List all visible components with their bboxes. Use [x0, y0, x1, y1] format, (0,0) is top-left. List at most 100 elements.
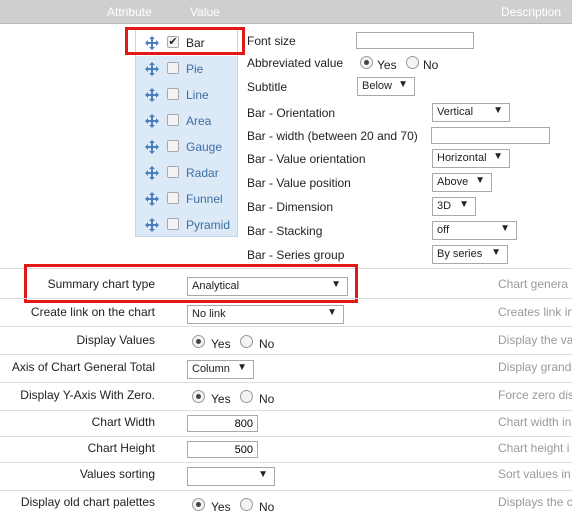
old-palettes-no-label: No: [259, 500, 275, 514]
pie-checkbox[interactable]: [167, 62, 179, 74]
bar-width-label: Bar - width (between 20 and 70): [247, 129, 418, 143]
values-sorting-select[interactable]: ▼: [187, 467, 275, 486]
move-icon[interactable]: [145, 192, 159, 206]
display-values-desc: Display the va: [498, 333, 572, 347]
axis-general-total-label: Axis of Chart General Total: [11, 360, 155, 374]
axis-general-total-select[interactable]: Column ▼: [187, 360, 254, 379]
funnel-checkbox[interactable]: [167, 192, 179, 204]
bar-width-input[interactable]: [431, 127, 550, 144]
move-icon[interactable]: [145, 88, 159, 102]
area-checkbox[interactable]: [167, 114, 179, 126]
y-axis-zero-no-label: No: [259, 392, 275, 406]
chevron-down-icon: ▼: [493, 151, 503, 162]
chart-height-input[interactable]: [187, 441, 258, 458]
value-position-value: Above: [437, 176, 469, 188]
create-link-desc: Creates link in: [498, 305, 572, 319]
chart-type-label: Pyramid: [186, 218, 231, 232]
abbreviated-yes-label: Yes: [377, 58, 397, 72]
chart-type-label: Line: [186, 88, 209, 102]
chart-type-list: ✔ Bar Pie Line Area Gauge Radar Funnel P…: [135, 29, 238, 237]
value-position-select[interactable]: Above ▼: [432, 173, 492, 192]
y-axis-zero-yes-radio[interactable]: [192, 390, 205, 403]
stacking-select[interactable]: off ▼: [432, 221, 517, 240]
chart-type-label: Radar: [186, 166, 219, 180]
values-sorting-desc: Sort values in: [498, 467, 571, 481]
subtitle-value: Below: [362, 80, 392, 92]
orientation-label: Bar - Orientation: [247, 106, 336, 120]
axis-general-total-desc: Display grand: [498, 360, 572, 374]
old-palettes-label: Display old chart palettes: [20, 495, 155, 509]
dimension-label: Bar - Dimension: [247, 200, 334, 214]
chevron-down-icon: ▼: [327, 307, 337, 318]
chevron-down-icon: ▼: [459, 199, 469, 210]
font-size-label: Font size: [247, 34, 296, 48]
value-orientation-value: Horizontal: [437, 152, 487, 164]
stacking-value: off: [437, 224, 450, 236]
chart-type-item-radar[interactable]: Radar: [136, 160, 237, 186]
summary-chart-type-desc: Chart genera: [498, 277, 569, 291]
abbreviated-no-label: No: [423, 58, 439, 72]
move-icon[interactable]: [145, 114, 159, 128]
orientation-select[interactable]: Vertical ▼: [432, 103, 510, 122]
move-icon[interactable]: [145, 62, 159, 76]
display-values-yes-radio[interactable]: [192, 335, 205, 348]
header-description: Description: [501, 5, 562, 19]
row-divider: [0, 298, 572, 299]
old-palettes-yes-label: Yes: [211, 500, 231, 514]
value-orientation-select[interactable]: Horizontal ▼: [432, 149, 510, 168]
radar-checkbox[interactable]: [167, 166, 179, 178]
display-values-no-radio[interactable]: [240, 335, 253, 348]
orientation-value: Vertical: [437, 106, 474, 118]
old-palettes-desc: Displays the c: [498, 495, 572, 509]
chevron-down-icon: ▼: [237, 362, 247, 373]
chart-height-desc: Chart height i: [498, 441, 570, 455]
move-icon[interactable]: [145, 166, 159, 180]
chevron-down-icon: ▼: [493, 105, 503, 116]
old-palettes-yes-radio[interactable]: [192, 498, 205, 511]
series-group-select[interactable]: By series ▼: [432, 245, 508, 264]
pyramid-checkbox[interactable]: [167, 218, 179, 230]
header-attribute: Attribute: [107, 5, 152, 19]
chart-type-item-gauge[interactable]: Gauge: [136, 134, 237, 160]
dimension-select[interactable]: 3D ▼: [432, 197, 476, 216]
gauge-checkbox[interactable]: [167, 140, 179, 152]
header-value: Value: [190, 5, 220, 19]
chevron-down-icon: ▼: [475, 175, 485, 186]
chart-type-label: Area: [186, 114, 212, 128]
values-sorting-label: Values sorting: [79, 467, 155, 481]
create-link-value: No link: [192, 308, 226, 320]
subtitle-select[interactable]: Below ▼: [357, 77, 415, 96]
chart-type-label: Pie: [186, 62, 204, 76]
create-link-label: Create link on the chart: [30, 305, 155, 319]
row-divider: [0, 382, 572, 383]
create-link-select[interactable]: No link ▼: [187, 305, 344, 324]
move-icon[interactable]: [145, 140, 159, 154]
value-position-label: Bar - Value position: [247, 176, 351, 190]
row-divider: [0, 462, 572, 463]
font-size-input[interactable]: [356, 32, 474, 49]
row-divider: [0, 436, 572, 437]
chart-width-input[interactable]: [187, 415, 258, 432]
chart-type-item-pie[interactable]: Pie: [136, 56, 237, 82]
line-checkbox[interactable]: [167, 88, 179, 100]
row-divider: [0, 354, 572, 355]
y-axis-zero-no-radio[interactable]: [240, 390, 253, 403]
display-values-yes-label: Yes: [211, 337, 231, 351]
abbreviated-no-radio[interactable]: [406, 56, 419, 69]
chart-type-label: Funnel: [186, 192, 223, 206]
chart-type-item-funnel[interactable]: Funnel: [136, 186, 237, 212]
chevron-down-icon: ▼: [491, 247, 501, 258]
series-group-value: By series: [437, 248, 483, 260]
display-y-axis-zero-label: Display Y-Axis With Zero.: [20, 388, 155, 402]
old-palettes-no-radio[interactable]: [240, 498, 253, 511]
move-icon[interactable]: [145, 218, 159, 232]
abbreviated-yes-radio[interactable]: [360, 56, 373, 69]
chart-type-item-area[interactable]: Area: [136, 108, 237, 134]
row-divider: [0, 410, 572, 411]
stacking-label: Bar - Stacking: [247, 224, 323, 238]
abbreviated-value-label: Abbreviated value: [247, 56, 344, 70]
chart-type-item-line[interactable]: Line: [136, 82, 237, 108]
chart-type-item-pyramid[interactable]: Pyramid: [136, 212, 237, 238]
series-group-label: Bar - Series group: [247, 248, 345, 262]
dimension-value: 3D: [437, 200, 452, 212]
